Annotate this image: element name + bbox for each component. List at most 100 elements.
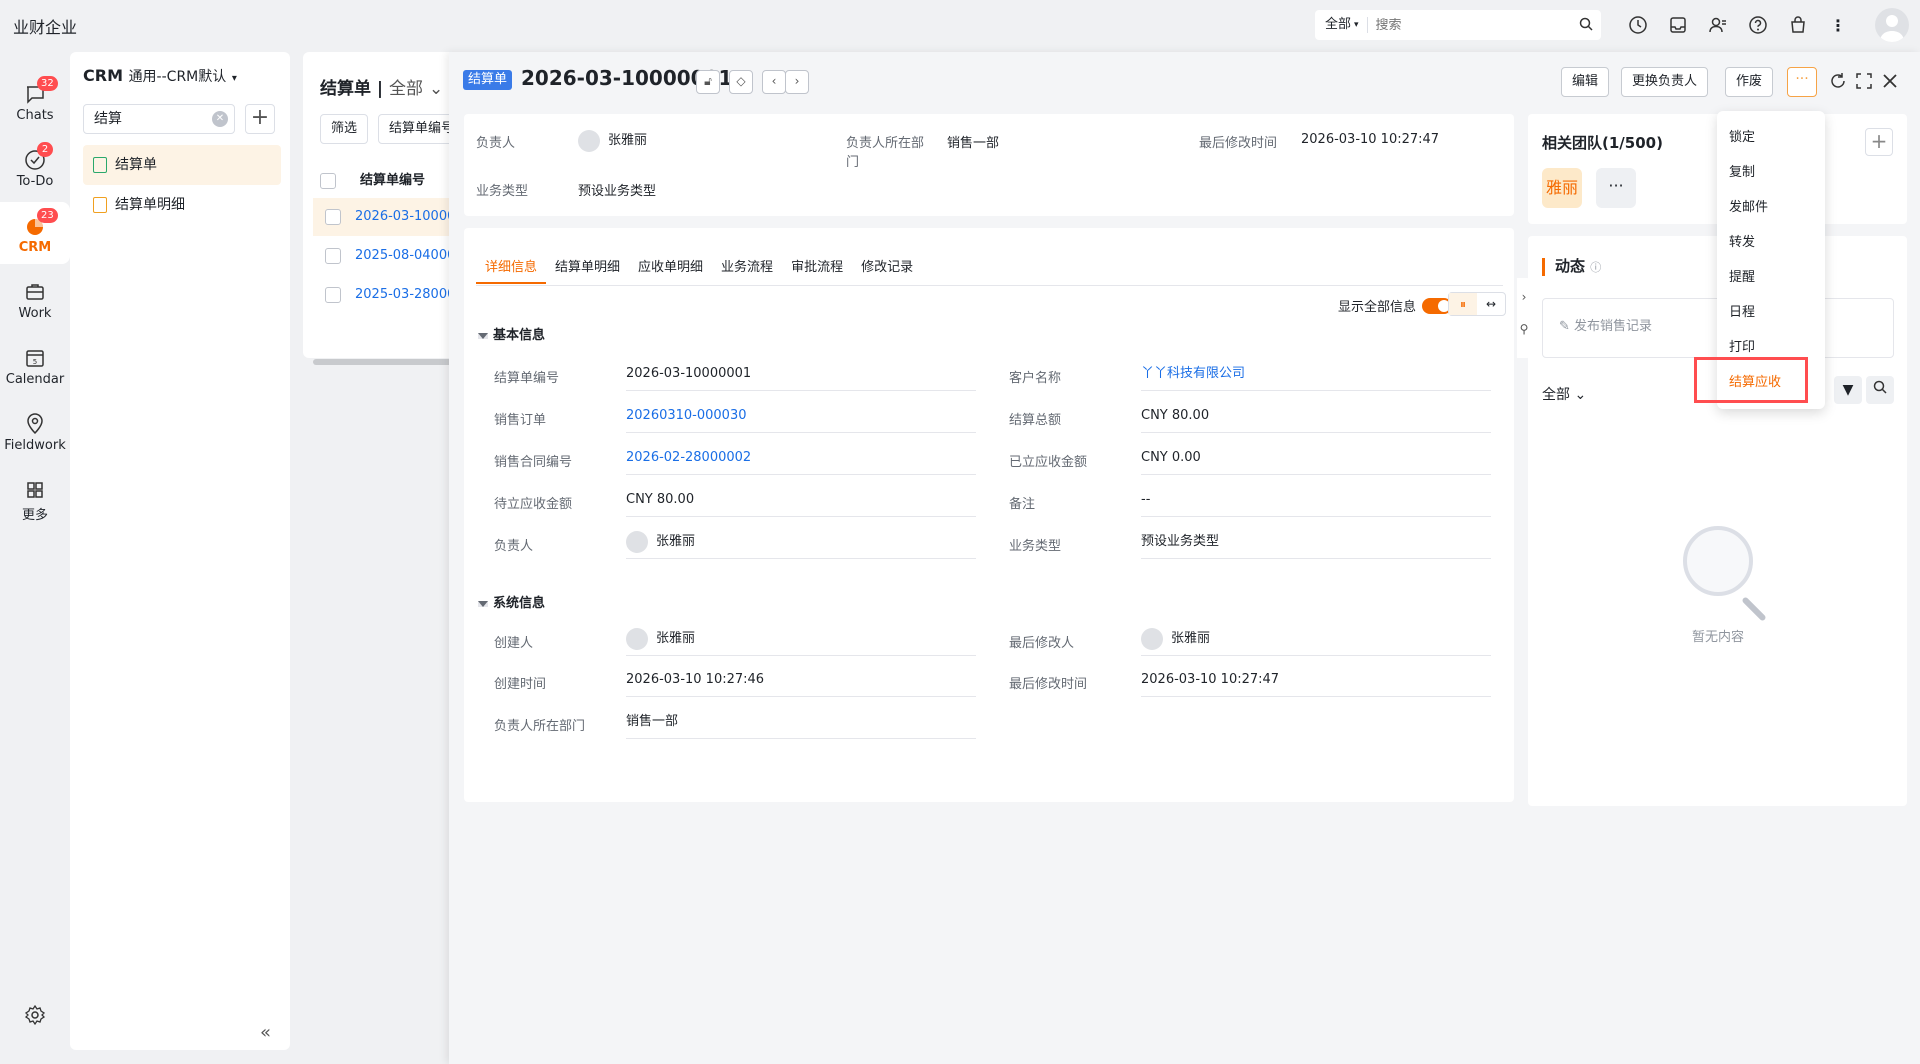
help-icon[interactable]: ⓘ — [1590, 261, 1601, 274]
row-checkbox[interactable] — [325, 286, 341, 303]
menu-item-email[interactable]: 发邮件 — [1729, 198, 1768, 218]
calendar-icon: 5 — [23, 346, 47, 370]
row-checkbox[interactable] — [325, 247, 341, 264]
field-value: 预设业务类型 — [1141, 529, 1491, 559]
nav-work[interactable]: Work — [0, 268, 70, 328]
close-icon[interactable] — [1881, 72, 1899, 94]
section-system-info[interactable]: 系统信息 — [478, 592, 545, 611]
select-all-checkbox[interactable] — [320, 172, 336, 189]
field-value: 2026-03-10 10:27:46 — [626, 667, 976, 697]
collapse-icon[interactable]: « — [260, 1022, 271, 1043]
menu-item-forward[interactable]: 转发 — [1729, 233, 1755, 253]
clear-icon[interactable]: ✕ — [212, 111, 228, 127]
nav-todo[interactable]: 2 To-Do — [0, 136, 70, 196]
detail-panel: 结算单 2026-03-10000001 🔓︎ ◇ ‹ › 编辑 更换负责人 作… — [449, 52, 1920, 1064]
layout-switch: ⏸︎ ↔ — [1448, 292, 1506, 316]
avatar — [626, 627, 648, 650]
void-button[interactable]: 作废 — [1725, 67, 1774, 97]
menu-item-print[interactable]: 打印 — [1729, 338, 1755, 358]
prev-record-icon[interactable]: ‹ — [762, 70, 786, 94]
nav-fieldwork[interactable]: Fieldwork — [0, 400, 70, 460]
avatar — [1141, 627, 1163, 650]
inbox-icon[interactable] — [1665, 12, 1691, 38]
field-value: -- — [1141, 487, 1491, 517]
refresh-icon[interactable] — [1829, 72, 1847, 94]
detail-tabs: 详细信息 结算单明细 应收单明细 业务流程 审批流程 修改记录 — [476, 252, 922, 284]
field-value: CNY 80.00 — [626, 487, 976, 517]
global-search[interactable]: 全部 ▾ — [1315, 10, 1601, 40]
field-label: 创建时间 — [494, 677, 547, 692]
field-value[interactable]: 2026-02-28000002 — [626, 445, 976, 475]
search-scope-select[interactable]: 全部 ▾ — [1315, 17, 1368, 33]
tab-settlement-items[interactable]: 结算单明细 — [546, 252, 629, 284]
nav-chats[interactable]: 32 Chats — [0, 70, 70, 130]
field-value[interactable]: 20260310-000030 — [626, 403, 976, 433]
nav-calendar[interactable]: 5 Calendar — [0, 334, 70, 394]
add-member-button[interactable]: + — [1865, 128, 1893, 156]
horizontal-scrollbar[interactable] — [313, 359, 453, 365]
user-avatar[interactable] — [1875, 8, 1909, 42]
module-panel: CRM 通用--CRM默认 ▾ 结算 ✕ + 结算单 结算单明细 « — [70, 52, 290, 1050]
menu-item-remind[interactable]: 提醒 — [1729, 268, 1755, 288]
module-item-settlement-detail[interactable]: 结算单明细 — [83, 185, 281, 225]
tab-business-flow[interactable]: 业务流程 — [712, 252, 782, 284]
next-record-icon[interactable]: › — [785, 70, 809, 94]
field-value: 销售一部 — [626, 709, 976, 739]
settings-icon[interactable] — [24, 1004, 46, 1030]
module-search-input[interactable]: 结算 ✕ — [83, 104, 235, 134]
team-member-avatar[interactable]: 雅丽 — [1542, 168, 1582, 208]
change-owner-button[interactable]: 更换负责人 — [1621, 67, 1709, 97]
activity-filter[interactable]: 全部 ⌄ — [1542, 384, 1586, 404]
edit-button[interactable]: 编辑 — [1561, 67, 1610, 97]
field-label: 结算单编号 — [494, 371, 560, 386]
two-column-icon[interactable]: ⏸︎ — [1449, 293, 1477, 315]
more-vertical-icon[interactable]: ⋮ — [1825, 12, 1851, 38]
fullscreen-icon[interactable] — [1855, 72, 1873, 94]
search-input[interactable] — [1367, 17, 1601, 33]
tab-details[interactable]: 详细信息 — [476, 252, 547, 284]
table-row[interactable]: 2025-03-28000001 — [313, 276, 463, 314]
table-row[interactable]: 2025-08-04000001 — [313, 237, 463, 275]
menu-item-copy[interactable]: 复制 — [1729, 163, 1755, 183]
module-title[interactable]: CRM 通用--CRM默认 ▾ — [83, 66, 237, 86]
tag-icon[interactable]: ◇ — [729, 70, 753, 94]
detail-card: 详细信息 结算单明细 应收单明细 业务流程 审批流程 修改记录 显示全部信息 ⏸… — [464, 228, 1514, 802]
add-button[interactable]: + — [245, 104, 275, 134]
tab-change-log[interactable]: 修改记录 — [852, 252, 922, 284]
module-item-settlement[interactable]: 结算单 — [83, 145, 281, 185]
row-checkbox[interactable] — [325, 208, 341, 225]
menu-item-schedule[interactable]: 日程 — [1729, 303, 1755, 323]
filter-button[interactable]: 筛选 — [320, 114, 369, 144]
more-actions-button[interactable]: ··· — [1787, 67, 1817, 97]
history-icon[interactable] — [1625, 12, 1651, 38]
store-icon[interactable] — [1785, 12, 1811, 38]
field-value: CNY 0.00 — [1141, 445, 1491, 475]
search-icon[interactable] — [1866, 376, 1894, 404]
briefcase-icon — [23, 280, 47, 304]
search-icon[interactable] — [1579, 17, 1593, 35]
lock-icon[interactable]: 🔓︎ — [696, 70, 720, 94]
nav-crm[interactable]: 23 CRM — [0, 202, 70, 264]
field-label: 最后修改人 — [1009, 636, 1075, 651]
tab-receivable-items[interactable]: 应收单明细 — [629, 252, 712, 284]
expand-width-icon[interactable]: ↔ — [1477, 293, 1505, 315]
section-basic-info[interactable]: 基本信息 — [478, 324, 545, 343]
table-row[interactable]: 2026-03-10000001 — [313, 198, 463, 236]
filter-icon[interactable]: ▼ — [1834, 376, 1862, 404]
help-icon[interactable] — [1745, 12, 1771, 38]
team-title: 相关团队(1/500) — [1542, 134, 1663, 152]
tab-approval-flow[interactable]: 审批流程 — [782, 252, 852, 284]
summary-card: 负责人 张雅丽 负责人所在部门 销售一部 最后修改时间 2026-03-10 1… — [464, 114, 1514, 216]
field-value[interactable]: 丫丫科技有限公司 — [1141, 361, 1491, 391]
nav-more[interactable]: 更多 — [0, 466, 70, 526]
field-label: 创建人 — [494, 636, 534, 651]
chevron-down-icon: ⌄ — [428, 79, 444, 99]
team-more-button[interactable]: ··· — [1596, 168, 1636, 208]
crm-icon: 23 — [23, 208, 58, 238]
crm-badge: 23 — [37, 208, 58, 223]
grid-icon — [23, 478, 47, 502]
empty-state: 暂无内容 — [1658, 526, 1778, 645]
menu-item-lock[interactable]: 锁定 — [1729, 128, 1755, 148]
contacts-icon[interactable] — [1705, 12, 1731, 38]
tab-divider — [476, 285, 1503, 286]
